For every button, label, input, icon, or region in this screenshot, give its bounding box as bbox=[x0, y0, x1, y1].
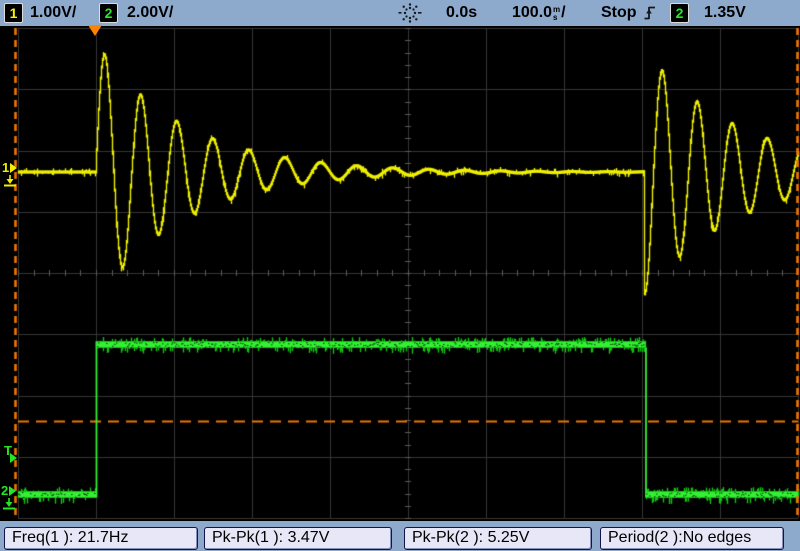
ch2-ground-icon bbox=[2, 498, 16, 513]
measurement-pkpk-ch2[interactable]: Pk-Pk(2 ): 5.25V bbox=[404, 527, 592, 550]
oscilloscope-screen: 1 1.00V/ 2 2.00V/ 0.0s 100.0ms/ bbox=[0, 0, 800, 551]
ch1-marker-label: 1 bbox=[2, 160, 9, 175]
ch2-scale: 2.00V/ bbox=[127, 2, 173, 24]
delay-marker-icon bbox=[398, 1, 422, 30]
timebase-suffix: / bbox=[561, 4, 565, 21]
timebase-value: 100.0 bbox=[512, 4, 552, 21]
softkey-bar: Freq(1 ): 21.7Hz Pk-Pk(1 ): 3.47V Pk-Pk(… bbox=[0, 520, 800, 551]
waveform-display bbox=[0, 0, 800, 551]
trigger-arrow-icon bbox=[10, 453, 17, 463]
ch2-badge[interactable]: 2 bbox=[99, 3, 118, 23]
status-bar: 1 1.00V/ 2 2.00V/ 0.0s 100.0ms/ bbox=[0, 0, 800, 27]
measurement-pkpk-ch1[interactable]: Pk-Pk(1 ): 3.47V bbox=[204, 527, 392, 550]
ch2-arrow-icon bbox=[9, 486, 16, 496]
delay-readout: 0.0s bbox=[446, 2, 477, 24]
ch2-marker-label: 2 bbox=[1, 483, 8, 498]
trigger-position-marker[interactable] bbox=[88, 25, 102, 36]
timebase-unit-s: s bbox=[553, 14, 560, 22]
ch1-badge[interactable]: 1 bbox=[4, 3, 23, 23]
ch1-scale: 1.00V/ bbox=[30, 2, 76, 24]
ch1-ground-marker[interactable]: 1 bbox=[2, 161, 9, 174]
run-state: Stop bbox=[601, 2, 637, 24]
edge-trigger-icon bbox=[643, 3, 657, 28]
trigger-source-badge[interactable]: 2 bbox=[670, 3, 689, 23]
trigger-level-marker[interactable]: T bbox=[4, 444, 12, 457]
timebase-readout: 100.0ms/ bbox=[512, 2, 566, 24]
measurement-period-ch2[interactable]: Period(2 ):No edges bbox=[600, 527, 784, 550]
measurement-freq-ch1[interactable]: Freq(1 ): 21.7Hz bbox=[4, 527, 198, 550]
trigger-level-readout: 1.35V bbox=[704, 2, 746, 24]
ch2-ground-marker[interactable]: 2 bbox=[1, 484, 8, 497]
ch1-arrow-icon bbox=[10, 163, 17, 173]
ch1-ground-icon bbox=[3, 175, 17, 190]
